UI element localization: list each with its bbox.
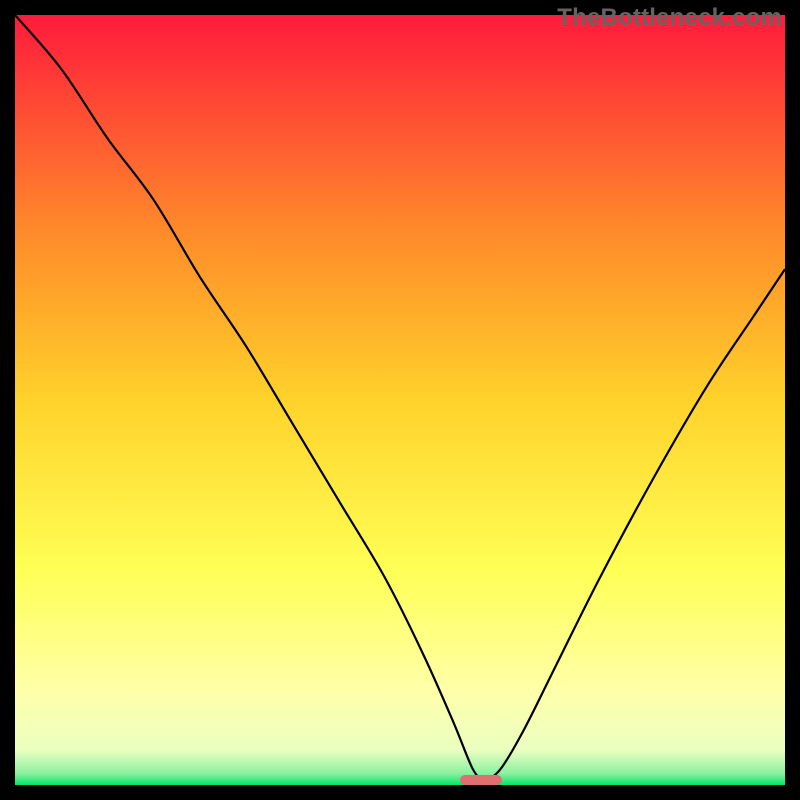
- chart-container: TheBottleneck.com: [0, 0, 800, 800]
- optimal-marker: [460, 775, 502, 785]
- watermark-text: TheBottleneck.com: [557, 4, 782, 32]
- plot-area: [15, 15, 785, 785]
- background-gradient: [15, 15, 785, 785]
